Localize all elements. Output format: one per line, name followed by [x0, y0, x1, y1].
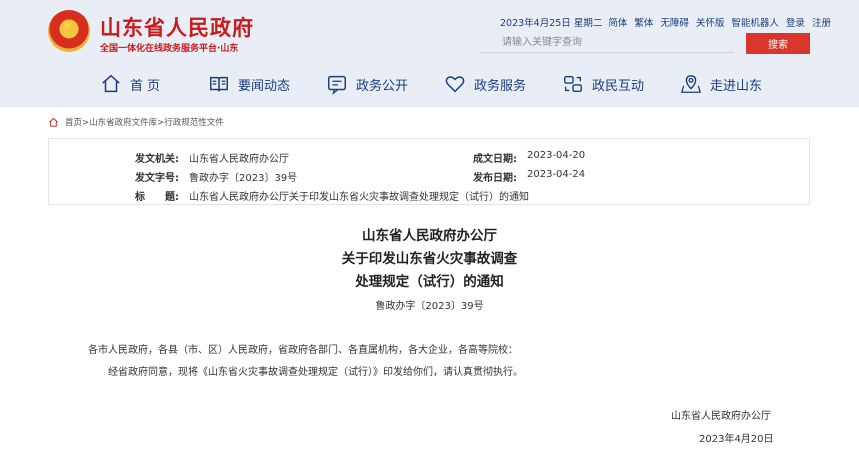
- nav-item-gov-service[interactable]: 政务服务: [444, 71, 526, 97]
- published-date-value: 2023-04-24: [527, 169, 586, 180]
- document-meta-table: 发文机关: 山东省人民政府办公厅 成文日期: 2023-04-20 发文字号: …: [48, 138, 810, 205]
- nav-item-gov-open[interactable]: 政务公开: [326, 71, 408, 97]
- news-book-icon: [210, 76, 228, 92]
- search-button[interactable]: 搜索: [746, 33, 810, 54]
- heart-icon: [445, 76, 465, 93]
- top-links: 2023年4月25日 星期二 简体 繁体 无障碍 关怀版 智能机器人 登录 注册: [500, 15, 838, 29]
- link-accessibility[interactable]: 无障碍: [660, 15, 689, 29]
- nav-item-news[interactable]: 要闻动态: [208, 71, 290, 97]
- current-date: 2023年4月25日 星期二: [500, 18, 603, 29]
- issuer-value: 山东省人民政府办公厅: [189, 154, 289, 165]
- sign-date: 2023年4月20日: [699, 434, 774, 445]
- created-date-value: 2023-04-20: [527, 150, 586, 161]
- nav-label: 政务服务: [474, 78, 527, 94]
- doc-number-value: 鲁政办字〔2023〕39号: [189, 173, 298, 184]
- message-window-icon: [328, 75, 346, 95]
- nav-label: 走进山东: [710, 78, 763, 94]
- site-subtitle: 全国一体化在线政务服务平台·山东: [100, 44, 239, 54]
- title-value: 山东省人民政府办公厅关于印发山东省火灾事故调查处理规定（试行）的通知: [189, 192, 529, 203]
- doc-number-label: 发文字号:: [135, 173, 179, 184]
- body-paragraph: 经省政府同意，现将《山东省火灾事故调查处理规定（试行）》印发给你们，请认真贯彻执…: [108, 367, 523, 378]
- link-register[interactable]: 注册: [812, 15, 831, 29]
- link-smart-robot[interactable]: 智能机器人: [731, 15, 779, 29]
- nav-item-shandong[interactable]: 走进山东: [680, 71, 762, 97]
- main-nav: 首 页 要闻动态 政务公开 政务服务 政民互动 走进山东: [0, 65, 859, 103]
- nav-label: 首 页: [130, 78, 161, 94]
- issuer-label: 发文机关:: [135, 154, 179, 165]
- home-icon: [102, 74, 120, 93]
- site-header: ★ 山东省人民政府 全国一体化在线政务服务平台·山东 2023年4月25日 星期…: [0, 0, 859, 107]
- star-icon: ★: [62, 18, 73, 32]
- site-title[interactable]: 山东省人民政府: [100, 12, 254, 42]
- link-simplified[interactable]: 简体: [608, 15, 627, 29]
- nav-label: 政务公开: [356, 78, 409, 94]
- location-map-icon: [680, 75, 702, 93]
- signature: 山东省人民政府办公厅: [671, 411, 771, 422]
- search-input[interactable]: [480, 33, 734, 53]
- created-date-label: 成文日期:: [473, 154, 517, 165]
- document-number: 鲁政办字〔2023〕39号: [375, 301, 484, 312]
- published-date-label: 发布日期:: [473, 173, 517, 184]
- link-care-version[interactable]: 关怀版: [696, 15, 725, 29]
- link-traditional[interactable]: 繁体: [634, 15, 653, 29]
- nav-item-home[interactable]: 首 页: [100, 71, 160, 97]
- nav-item-interaction[interactable]: 政民互动: [562, 71, 644, 97]
- nav-label: 要闻动态: [238, 78, 291, 94]
- addressees: 各市人民政府，各县（市、区）人民政府，省政府各部门、各直属机构，各大企业，各高等…: [88, 345, 518, 356]
- document-title-line-1: 山东省人民政府办公厅: [362, 228, 497, 244]
- national-emblem-icon[interactable]: ★: [48, 10, 90, 52]
- breadcrumb-text[interactable]: 首页>山东省政府文件库>行政规范性文件: [65, 116, 224, 128]
- document-title-line-2: 关于印发山东省火灾事故调查: [341, 251, 518, 267]
- link-login[interactable]: 登录: [786, 15, 805, 29]
- breadcrumb: 首页>山东省政府文件库>行政规范性文件: [48, 116, 224, 128]
- home-icon[interactable]: [48, 117, 59, 128]
- document-title-line-3: 处理规定（试行）的通知: [355, 274, 504, 290]
- nav-label: 政民互动: [592, 78, 645, 94]
- interaction-icon: [564, 75, 582, 93]
- title-label: 标 题:: [135, 192, 179, 203]
